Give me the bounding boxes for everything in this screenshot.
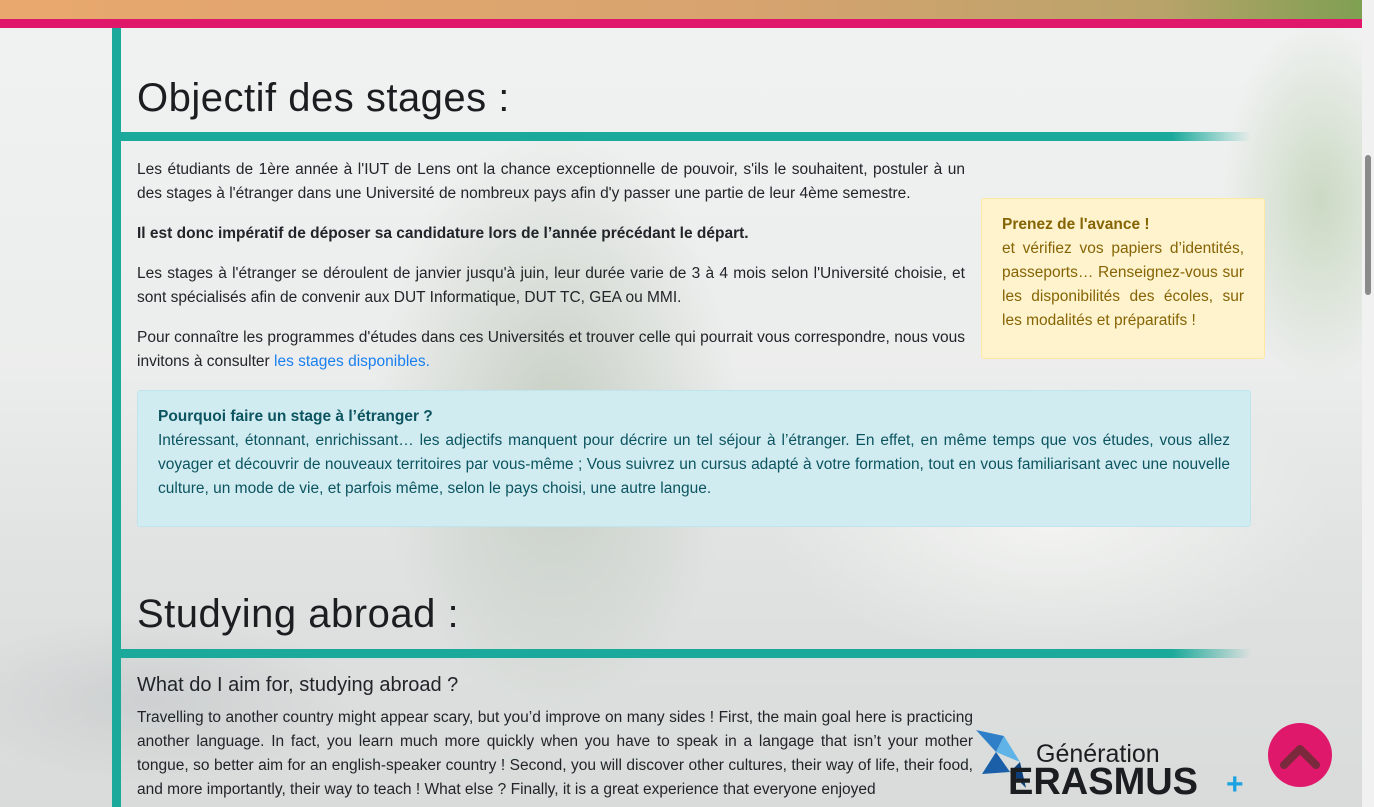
section-title-studying: Studying abroad : (137, 592, 460, 636)
section-title-objectif: Objectif des stages : (137, 76, 510, 120)
info-alert: Pourquoi faire un stage à l’étranger ? I… (137, 390, 1251, 527)
duration-paragraph: Les stages à l'étranger se déroulent de … (137, 265, 965, 306)
section-divider (121, 649, 1251, 658)
intro-paragraph: Les étudiants de 1ère année à l'IUT de L… (137, 161, 965, 202)
info-title: Pourquoi faire un stage à l’étranger ? (158, 408, 433, 425)
warning-text: et vérifiez vos papiers d’identités, pas… (1002, 240, 1244, 329)
info-text: Intéressant, étonnant, enrichissant… les… (158, 432, 1230, 497)
logo-plus: + (1226, 768, 1244, 801)
section-divider (121, 132, 1251, 141)
back-to-top-button[interactable] (1268, 723, 1332, 787)
deadline-paragraph: Il est donc impératif de déposer sa cand… (137, 225, 749, 242)
logo-line2: ERASMUS (1008, 761, 1198, 802)
programs-text: Pour connaître les programmes d'études d… (137, 329, 965, 370)
erasmus-logo: Génération ERASMUS + (976, 730, 1244, 802)
warning-title: Prenez de l'avance ! (1002, 216, 1150, 233)
header-banner (0, 0, 1362, 19)
programs-paragraph: Pour connaître les programmes d'études d… (137, 326, 965, 374)
studying-paragraph: Travelling to another country might appe… (137, 709, 973, 798)
section-subtitle: What do I aim for, studying abroad ? (137, 674, 459, 696)
warning-alert: Prenez de l'avance ! et vérifiez vos pap… (981, 198, 1265, 359)
chevron-up-icon (1280, 745, 1320, 769)
scrollbar-thumb[interactable] (1365, 155, 1371, 295)
scrollbar-track[interactable] (1362, 0, 1374, 807)
available-internships-link[interactable]: les stages disponibles. (274, 353, 430, 370)
content-left-accent (112, 28, 121, 807)
header-accent-bar (0, 19, 1362, 28)
